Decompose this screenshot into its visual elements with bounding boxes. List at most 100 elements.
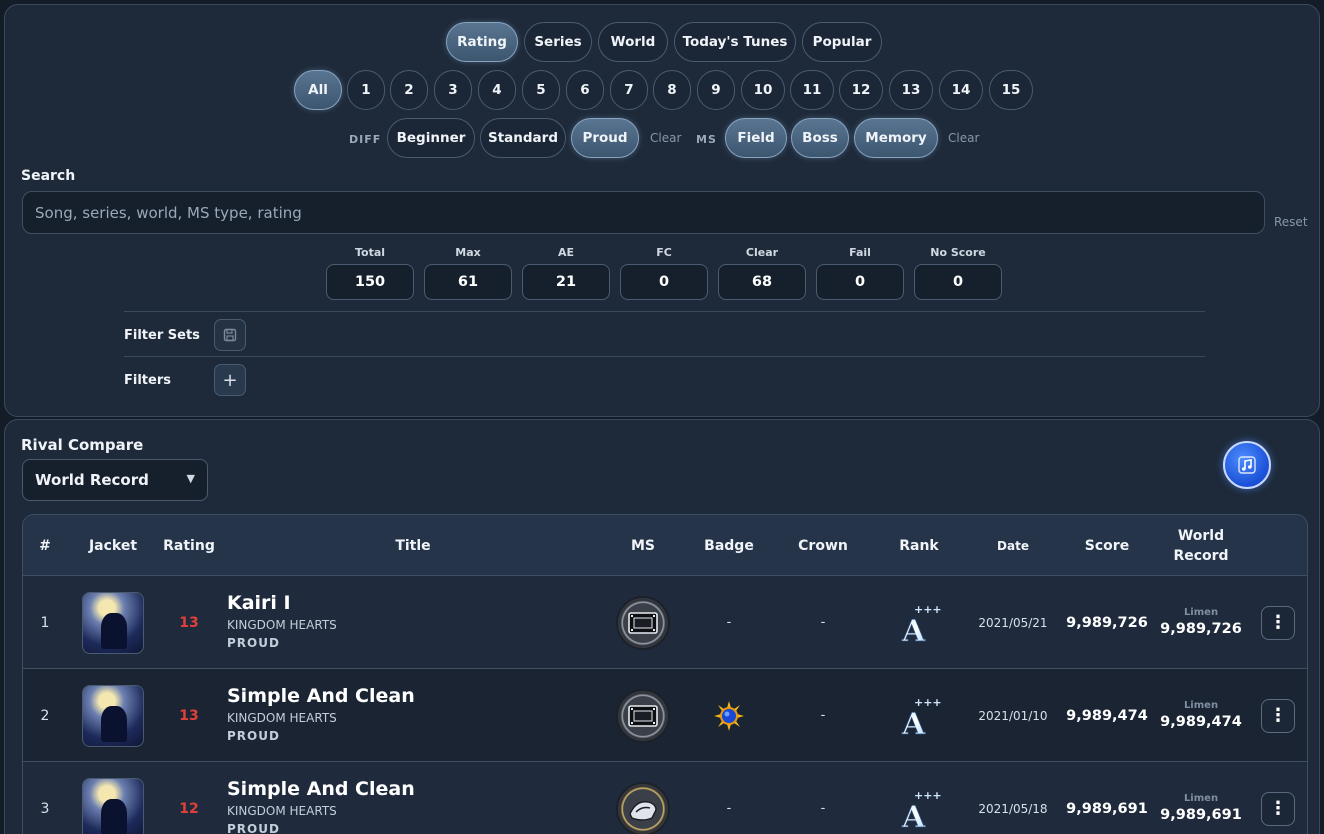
row-menu-cell: ⋮ — [1261, 762, 1295, 834]
row-menu-button[interactable]: ⋮ — [1261, 605, 1295, 640]
title-block[interactable]: Simple And Clean KINGDOM HEARTS PROUD — [227, 684, 415, 745]
diff-clear-link[interactable]: Clear — [650, 131, 681, 145]
divider — [124, 356, 1205, 357]
level-4[interactable]: 4 — [478, 70, 516, 110]
table-row[interactable]: 2 13 Simple And Clean KINGDOM HEARTS PRO… — [23, 669, 1307, 762]
row-menu-button[interactable]: ⋮ — [1261, 791, 1295, 826]
row-menu-cell: ⋮ — [1261, 669, 1295, 762]
row-index: 3 — [40, 800, 50, 817]
col-title[interactable]: Title — [353, 515, 473, 576]
col-ms[interactable]: MS — [613, 515, 673, 576]
ms-memory[interactable]: Memory — [854, 118, 938, 158]
sort-tab-world[interactable]: World — [598, 22, 668, 62]
col-jacket[interactable]: Jacket — [81, 515, 145, 576]
level-8[interactable]: 8 — [653, 70, 691, 110]
wr-holder: Limen — [1183, 793, 1219, 804]
ms-boss[interactable]: Boss — [791, 118, 849, 158]
row-score: 9,989,474 — [1066, 707, 1148, 724]
wr-score: 9,989,691 — [1160, 807, 1242, 823]
diff-standard[interactable]: Standard — [480, 118, 566, 158]
col-rank[interactable]: Rank — [889, 515, 949, 576]
rival-select[interactable]: World Record ▼ — [22, 459, 208, 501]
film-icon — [616, 688, 670, 743]
music-note-icon — [1238, 456, 1256, 474]
song-title: Simple And Clean — [227, 778, 415, 800]
ms-cell — [613, 576, 673, 669]
diff-beginner[interactable]: Beginner — [387, 118, 475, 158]
sort-tab-series[interactable]: Series — [524, 22, 592, 62]
sort-tab-rating[interactable]: Rating — [446, 22, 518, 62]
ms-cell — [613, 762, 673, 834]
world-record-cell: Limen 9,989,691 — [1155, 762, 1247, 834]
level-15[interactable]: 15 — [989, 70, 1033, 110]
level-14[interactable]: 14 — [939, 70, 983, 110]
results-panel: Rival Compare World Record ▼ # Jacket Ra… — [4, 419, 1320, 834]
save-filter-set-button[interactable] — [214, 319, 246, 351]
wr-score: 9,989,726 — [1160, 621, 1242, 637]
col-world-record[interactable]: World Record — [1169, 515, 1233, 576]
col-score[interactable]: Score — [1077, 515, 1137, 576]
add-filter-button[interactable]: + — [214, 364, 246, 396]
jacket-cell — [81, 762, 145, 834]
music-fab-button[interactable] — [1223, 441, 1271, 489]
search-reset-link[interactable]: Reset — [1274, 215, 1308, 229]
level-11[interactable]: 11 — [790, 70, 834, 110]
level-7[interactable]: 7 — [610, 70, 648, 110]
ms-clear-link[interactable]: Clear — [948, 131, 979, 145]
row-menu-button[interactable]: ⋮ — [1261, 698, 1295, 733]
diff-label: DIFF — [349, 133, 382, 146]
level-13[interactable]: 13 — [889, 70, 933, 110]
wr-score: 9,989,474 — [1160, 714, 1242, 730]
song-difficulty: PROUD — [227, 729, 280, 743]
song-title: Simple And Clean — [227, 685, 415, 707]
row-score: 9,989,726 — [1066, 614, 1148, 631]
ms-cell — [613, 669, 673, 762]
level-6[interactable]: 6 — [566, 70, 604, 110]
col-badge[interactable]: Badge — [699, 515, 759, 576]
search-input[interactable] — [22, 191, 1265, 234]
stat-noscore-label: No Score — [930, 246, 986, 259]
table-row[interactable]: 1 13 Kairi I KINGDOM HEARTS PROUD - - A … — [23, 576, 1307, 669]
title-block[interactable]: Simple And Clean KINGDOM HEARTS PROUD — [227, 777, 415, 834]
stat-clear-label: Clear — [745, 246, 779, 259]
filter-sets-label: Filter Sets — [124, 328, 200, 343]
diff-proud[interactable]: Proud — [571, 118, 639, 158]
svg-text:A: A — [901, 800, 926, 831]
stat-max-label: Max — [455, 246, 481, 259]
title-block[interactable]: Kairi I KINGDOM HEARTS PROUD — [227, 591, 337, 652]
col-crown[interactable]: Crown — [793, 515, 853, 576]
stat-clear-value: 68 — [718, 264, 806, 300]
svg-text:+++: +++ — [914, 603, 941, 616]
level-3[interactable]: 3 — [434, 70, 472, 110]
jacket-cell — [81, 576, 145, 669]
stat-ae-value: 21 — [522, 264, 610, 300]
jacket-image[interactable] — [82, 684, 144, 747]
sort-tab-popular[interactable]: Popular — [802, 22, 882, 62]
row-index: 2 — [40, 707, 50, 724]
jacket-image[interactable] — [82, 591, 144, 654]
jacket-image[interactable] — [82, 777, 144, 834]
ms-field[interactable]: Field — [725, 118, 787, 158]
row-rating: 13 — [179, 614, 199, 631]
level-1[interactable]: 1 — [347, 70, 385, 110]
level-5[interactable]: 5 — [522, 70, 560, 110]
table-header: # Jacket Rating Title MS Badge Crown Ran… — [23, 515, 1307, 576]
world-record-cell: Limen 9,989,726 — [1155, 576, 1247, 669]
level-10[interactable]: 10 — [741, 70, 785, 110]
rank-cell: A +++ — [889, 669, 949, 762]
level-all[interactable]: All — [294, 70, 342, 110]
level-9[interactable]: 9 — [697, 70, 735, 110]
rival-select-value: World Record — [35, 471, 149, 489]
stat-fail-value: 0 — [816, 264, 904, 300]
col-rating[interactable]: Rating — [159, 515, 219, 576]
level-2[interactable]: 2 — [390, 70, 428, 110]
rank-a-plus-icon: A +++ — [901, 789, 941, 831]
sort-tab-todays-tunes[interactable]: Today's Tunes — [674, 22, 796, 62]
col-date[interactable]: Date — [983, 515, 1043, 576]
song-series: KINGDOM HEARTS — [227, 618, 337, 632]
row-rating: 12 — [179, 800, 199, 817]
table-row[interactable]: 3 12 Simple And Clean KINGDOM HEARTS PRO… — [23, 762, 1307, 834]
song-series: KINGDOM HEARTS — [227, 711, 337, 725]
col-index[interactable]: # — [23, 515, 67, 576]
level-12[interactable]: 12 — [839, 70, 883, 110]
